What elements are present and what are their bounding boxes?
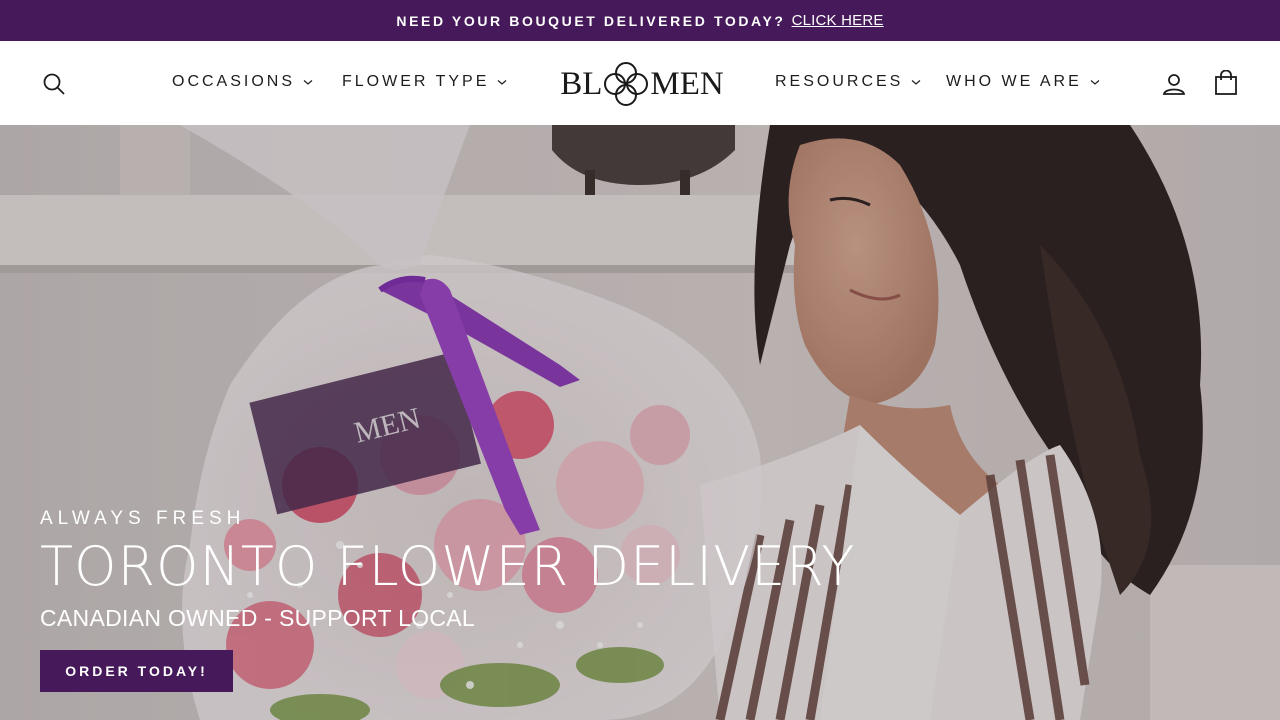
- logo-knot-icon: [604, 62, 649, 106]
- search-icon[interactable]: [40, 70, 68, 98]
- account-icon[interactable]: [1160, 70, 1188, 98]
- announcement-link[interactable]: CLICK HERE: [792, 12, 884, 29]
- order-today-button[interactable]: ORDER TODAY!: [40, 650, 233, 692]
- logo-text-left: BL: [560, 65, 603, 102]
- chevron-down-icon: [1090, 80, 1100, 85]
- nav-item-label: RESOURCES: [775, 73, 904, 90]
- nav-item-who-we-are[interactable]: WHO WE ARE: [946, 73, 1100, 91]
- hero-headline: TORONTO FLOWER DELIVERY: [40, 535, 856, 598]
- nav-item-label: FLOWER TYPE: [342, 73, 490, 90]
- nav-item-occasions[interactable]: OCCASIONS: [172, 73, 313, 91]
- announcement-bar: NEED YOUR BOUQUET DELIVERED TODAY? CLICK…: [0, 0, 1280, 41]
- brand-logo[interactable]: BL MEN: [558, 57, 726, 111]
- nav-item-label: OCCASIONS: [172, 73, 296, 90]
- cart-bag-icon[interactable]: [1212, 69, 1240, 97]
- nav-item-resources[interactable]: RESOURCES: [775, 73, 921, 91]
- hero-banner: MEN ALWAYS FRESH TORONTO FLOWER DELIVERY…: [0, 125, 1280, 720]
- chevron-down-icon: [497, 80, 507, 85]
- logo-text-right: MEN: [650, 65, 724, 102]
- chevron-down-icon: [303, 80, 313, 85]
- hero-subline: CANADIAN OWNED - SUPPORT LOCAL: [40, 605, 476, 631]
- hero-eyebrow: ALWAYS FRESH: [40, 508, 246, 529]
- nav-item-label: WHO WE ARE: [946, 73, 1082, 90]
- nav-item-flower-type[interactable]: FLOWER TYPE: [342, 73, 507, 91]
- chevron-down-icon: [911, 80, 921, 85]
- announcement-text: NEED YOUR BOUQUET DELIVERED TODAY?: [396, 12, 786, 29]
- site-header: OCCASIONS FLOWER TYPE BL MEN RESOURCES W…: [0, 41, 1280, 125]
